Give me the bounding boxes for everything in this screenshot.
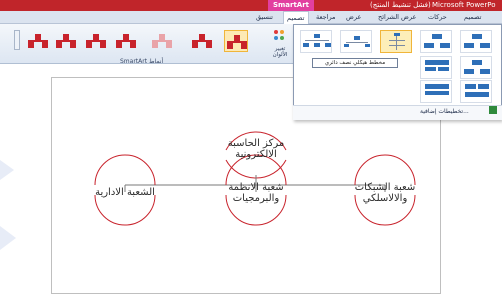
layout-option-thumb-selected[interactable] bbox=[380, 30, 412, 53]
smartart-tools-tab[interactable]: SmartArt أدوات bbox=[268, 0, 314, 20]
layout-option-thumb[interactable] bbox=[460, 80, 492, 103]
diagram-node-root[interactable]: مركز الحاسبة الالكترونية bbox=[206, 138, 306, 160]
node-label: شعبة الانظمة والبرمجيات bbox=[228, 182, 284, 204]
document-title: (فشل تنشيط المنتج) bbox=[370, 1, 431, 9]
diagram-node[interactable]: شعبة الشبكات والالاسلكي bbox=[345, 182, 425, 204]
smartart-style-thumb-selected[interactable] bbox=[224, 30, 248, 52]
tab-design[interactable]: تصميم bbox=[464, 11, 482, 24]
tab-format[interactable]: تنسيق bbox=[256, 11, 273, 24]
smartart-style-thumb[interactable] bbox=[84, 30, 108, 52]
layout-option-thumb[interactable] bbox=[300, 30, 332, 53]
diagram-node[interactable]: شعبة الانظمة والبرمجيات bbox=[216, 182, 296, 204]
tab-slideshow[interactable]: عرض الشرائح bbox=[378, 11, 416, 24]
layout-option-thumb[interactable] bbox=[420, 80, 452, 103]
background-decoration bbox=[0, 160, 14, 180]
gallery-scroll-button[interactable] bbox=[14, 30, 20, 50]
root-label: مركز الحاسبة الالكترونية bbox=[227, 138, 285, 160]
smartart-layouts-icon bbox=[489, 106, 497, 114]
layout-option-thumb[interactable] bbox=[460, 56, 492, 79]
ribbon-tabs: تنسيق تصميم مراجعة عرض عرض الشرائح حركات… bbox=[0, 11, 502, 24]
tab-smartart-design[interactable]: تصميم bbox=[283, 11, 309, 24]
smartart-style-thumb[interactable] bbox=[150, 30, 174, 52]
layout-option-thumb[interactable] bbox=[460, 30, 492, 53]
smartart-style-thumb[interactable] bbox=[26, 30, 50, 52]
tab-review[interactable]: مراجعة bbox=[316, 11, 336, 24]
background-decoration bbox=[0, 226, 16, 250]
node-label: شعبة الشبكات والالاسلكي bbox=[354, 182, 416, 204]
app-title: Microsoft PowerPo bbox=[432, 1, 496, 9]
layout-option-thumb[interactable] bbox=[340, 30, 372, 53]
more-layouts-link[interactable]: تخطيطات إضافية... bbox=[420, 108, 469, 115]
smartart-style-thumb[interactable] bbox=[114, 30, 138, 52]
tab-animations[interactable]: حركات bbox=[428, 11, 447, 24]
layout-option-thumb[interactable] bbox=[420, 56, 452, 79]
node-label: الشعبة الادارية bbox=[95, 187, 155, 198]
smartart-style-thumb[interactable] bbox=[54, 30, 78, 52]
layout-tooltip: مخطط هيكلي نصف دائري bbox=[312, 58, 398, 68]
change-colors-label: تغيير الألوان bbox=[272, 46, 288, 58]
dropdown-footer bbox=[293, 105, 502, 120]
smartart-style-thumb[interactable] bbox=[190, 30, 214, 52]
diagram-node[interactable]: الشعبة الادارية bbox=[80, 187, 170, 198]
layout-option-thumb[interactable] bbox=[420, 30, 452, 53]
tab-view[interactable]: عرض bbox=[346, 11, 361, 24]
